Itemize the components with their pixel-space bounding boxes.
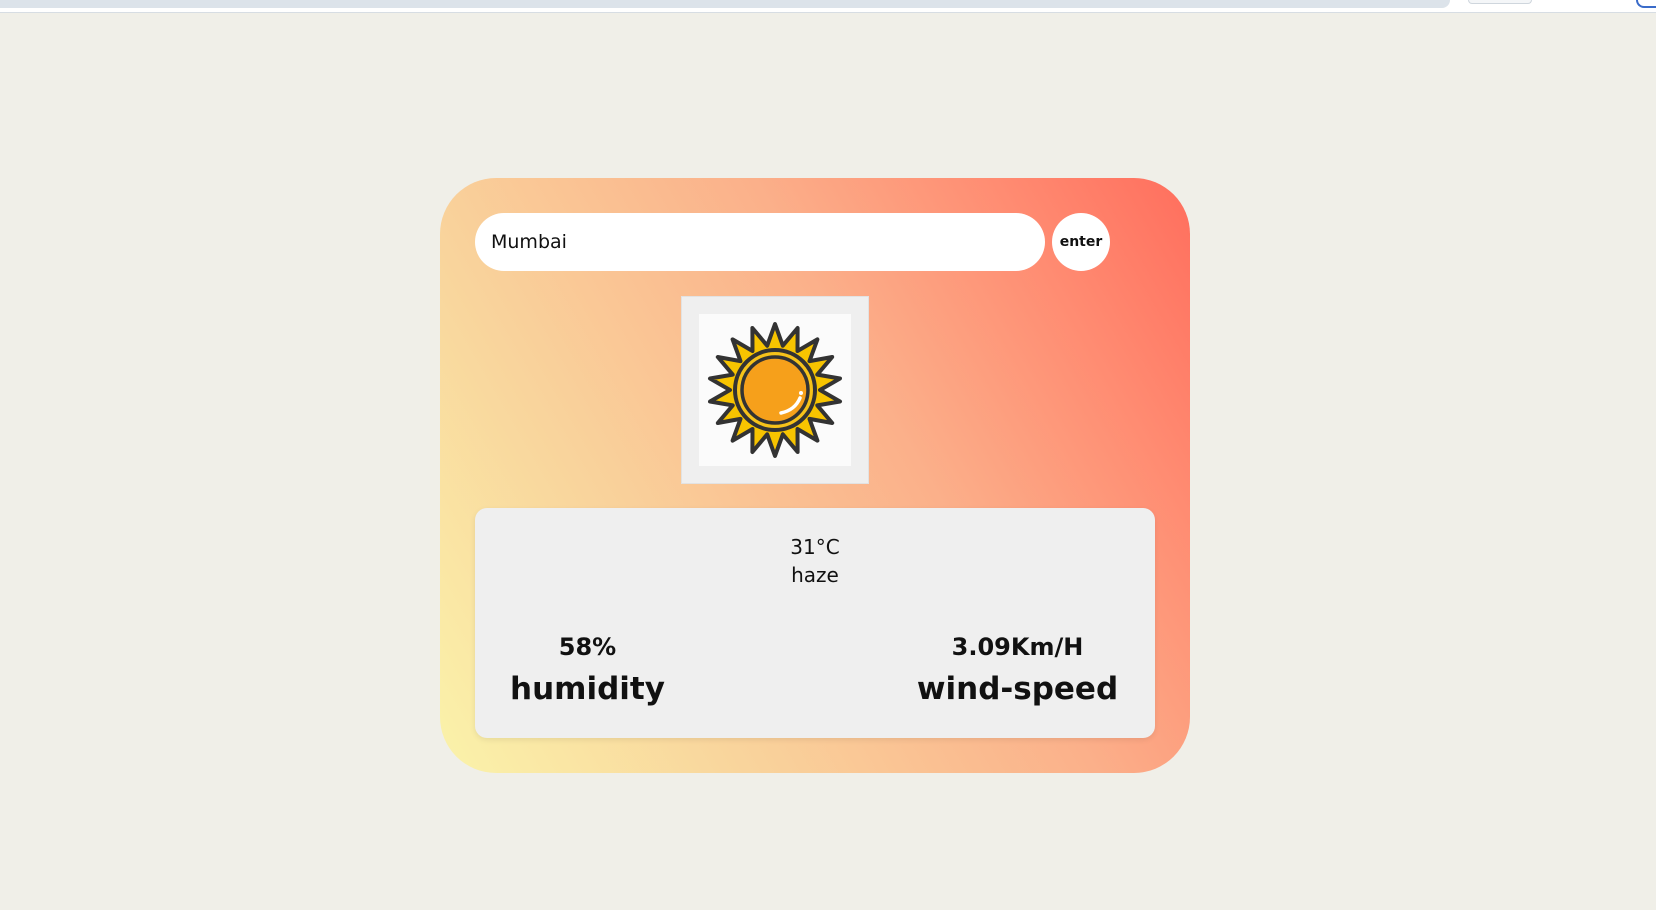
humidity-label: humidity	[510, 671, 665, 707]
weather-details-panel: 31°C haze 58% humidity 3.09Km/H wind-spe…	[475, 508, 1155, 738]
wind-speed-label: wind-speed	[916, 671, 1119, 707]
weather-icon-frame	[681, 296, 869, 484]
browser-tab[interactable]	[1468, 0, 1532, 4]
humidity-value: 58%	[558, 633, 617, 661]
weather-condition: haze	[791, 563, 839, 587]
temperature-value: 31°C	[790, 535, 840, 559]
browser-profile-button[interactable]	[1636, 0, 1656, 8]
enter-button[interactable]: enter	[1052, 213, 1110, 271]
sun-icon	[699, 314, 851, 466]
browser-chrome	[0, 0, 1656, 13]
browser-address-bar[interactable]	[0, 0, 1450, 8]
wind-speed-value: 3.09Km/H	[951, 633, 1084, 661]
humidity-stat: 58% humidity	[505, 633, 670, 707]
weather-card: enter 31°C haze 58% humidity 3.09Km/H wi…	[440, 178, 1190, 773]
city-search-input[interactable]	[475, 213, 1045, 271]
wind-speed-stat: 3.09Km/H wind-speed	[905, 633, 1130, 707]
